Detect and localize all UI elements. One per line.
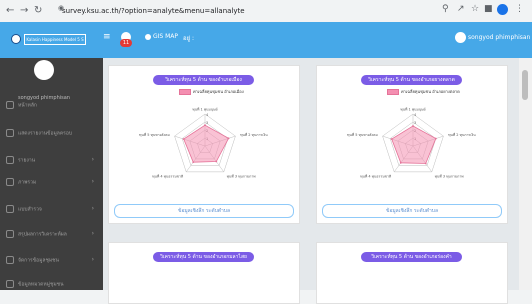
sidebar-item-report-display[interactable]: แสดงรายงานข้อมูลครอบ (6, 129, 98, 138)
sidebar-item-community-data[interactable]: จัดการข้อมูลชุมชน › (6, 256, 98, 265)
chevron-right-icon: › (91, 205, 94, 212)
radar-data-point (227, 137, 230, 140)
drilldown-button[interactable]: ข้อมูลเชิงลึก ระดับตำบล (114, 204, 294, 218)
sidebar-item-home[interactable]: หน้าหลัก (6, 101, 98, 110)
sidebar-item-label: จัดการข้อมูลชุมชน (18, 257, 59, 264)
radar-axis-label: ทุนที่ 4 ทุนธรรมชาติ (152, 173, 184, 179)
chart-icon (6, 230, 14, 238)
analysis-card: วิเคราะห์ทุน 5 ด้าน ของอำเภอยางตลาด ค่าเ… (316, 65, 508, 224)
radar-data-point (412, 125, 414, 127)
radar-data-point (424, 162, 427, 165)
radar-data-point (399, 161, 402, 164)
card-title: วิเคราะห์ทุน 5 ด้าน ของอำเภอเมือง (153, 75, 254, 85)
chevron-right-icon: › (91, 156, 94, 163)
radar-axis-label: ทุนที่ 1 ทุนมนุษย์ (400, 107, 425, 113)
analysis-card: วิเคราะห์ทุน 5 ด้าน ของอำเภอเมือง ค่าเฉล… (108, 65, 300, 224)
extensions-icon[interactable]: ■ (484, 4, 493, 14)
home-icon (6, 101, 14, 109)
card-title: วิเคราะห์ทุน 5 ด้าน ของอำเภอกมลาไสย (153, 252, 254, 262)
radar-tick-label: 3 (414, 121, 416, 125)
forward-icon[interactable]: → (20, 4, 28, 18)
cube-icon (6, 178, 14, 186)
radar-axis-label: ทุนที่ 2 ทุนการเงิน (448, 132, 476, 138)
sidebar-item-label: แบบสำรวจ (18, 206, 42, 213)
radar-axis-label: ทุนที่ 3 ทุนกายภาพ (435, 173, 465, 179)
radar-data-point (215, 160, 218, 163)
user-menu[interactable]: อยู่ : (183, 33, 194, 43)
sidebar-item-label: หน้าหลัก (18, 102, 37, 109)
sidebar-item-label: แสดงรายงานข้อมูลครอบ (18, 130, 73, 137)
radar-axis-label: ทุนที่ 4 ทุนธรรมชาติ (360, 173, 392, 179)
browser-toolbar: ← → ↻ ◉ survey.ksu.ac.th/?option=analyte… (0, 0, 532, 22)
analysis-card: วิเคราะห์ทุน 5 ด้าน ของอำเภอร่องคำ (316, 242, 508, 304)
table-icon (6, 129, 14, 137)
radar-data-point (434, 137, 437, 140)
gis-map-link[interactable]: GIS MAP (145, 33, 178, 40)
share-icon[interactable]: ↗ (457, 4, 465, 14)
sidebar: songyod phimphisan หน้าหลัก แสดงรายงานข้… (0, 58, 103, 290)
radar-data-point (390, 138, 393, 140)
card-title: วิเคราะห์ทุน 5 ด้าน ของอำเภอร่องคำ (361, 252, 462, 262)
main-content: วิเคราะห์ทุน 5 ด้าน ของอำเภอเมือง ค่าเฉล… (103, 58, 519, 304)
sidebar-item-report[interactable]: รายงาน › (6, 156, 98, 165)
globe-icon (145, 33, 151, 40)
form-icon (6, 205, 14, 213)
profile-icon[interactable] (497, 4, 508, 15)
sidebar-item-community-category[interactable]: ข้อมูลหมวดหมู่ชุมชน (6, 280, 98, 289)
radar-axis-label: ทุนที่ 5 ทุนทางสังคม (139, 132, 170, 138)
radar-axis-label: ทุนที่ 5 ทุนทางสังคม (347, 132, 378, 138)
drilldown-button[interactable]: ข้อมูลเชิงลึก ระดับตำบล (322, 204, 502, 218)
user-avatar[interactable] (455, 32, 466, 43)
radar-axis-label: ทุนที่ 1 ทุนมนุษย์ (192, 107, 217, 113)
notification-badge: 11 (120, 39, 132, 47)
share-icon (6, 156, 14, 164)
radar-data-point (182, 138, 185, 140)
analysis-card: วิเคราะห์ทุน 5 ด้าน ของอำเภอกมลาไสย (108, 242, 300, 304)
chevron-right-icon: › (91, 178, 94, 185)
scrollbar-thumb[interactable] (522, 70, 528, 100)
logo-icon (11, 34, 21, 44)
card-title: วิเคราะห์ทุน 5 ด้าน ของอำเภอยางตลาด (361, 75, 462, 85)
sidebar-item-label: ข้อมูลหมวดหมู่ชุมชน (18, 281, 64, 288)
star-icon[interactable]: ☆ (471, 4, 479, 14)
radar-chart: 1234ทุนที่ 1 ทุนมนุษย์ทุนที่ 2 ทุนการเงิ… (139, 107, 268, 180)
user-name[interactable]: songyod phimphisan (468, 34, 530, 41)
folder-icon (6, 280, 14, 288)
radar-chart: 1234ทุนที่ 1 ทุนมนุษย์ทุนที่ 2 ทุนการเงิ… (347, 107, 476, 180)
gear-icon (6, 256, 14, 264)
sidebar-item-overview[interactable]: ภาพรวม › (6, 178, 98, 187)
radar-series-area (391, 125, 437, 164)
search-icon[interactable]: ⚲ (442, 4, 449, 14)
address-bar[interactable]: survey.ksu.ac.th/?option=analyte&menu=al… (62, 7, 245, 15)
radar-data-point (204, 124, 206, 127)
gis-map-label: GIS MAP (153, 33, 179, 40)
sidebar-item-label: สรุปผลการวิเคราะห์ผล (18, 231, 67, 238)
sidebar-avatar (34, 60, 54, 80)
chevron-right-icon: › (91, 230, 94, 237)
radar-data-point (192, 161, 195, 164)
radar-axis-label: ทุนที่ 2 ทุนการเงิน (240, 132, 268, 138)
reload-icon[interactable]: ↻ (34, 4, 42, 18)
sidebar-item-label: รายงาน (18, 157, 36, 164)
sidebar-item-survey[interactable]: แบบสำรวจ › (6, 205, 98, 214)
app-header: Kalasin Happiness Model 5 S ≡ 11 GIS MAP… (0, 22, 532, 58)
hamburger-icon[interactable]: ≡ (103, 32, 111, 42)
menu-icon[interactable]: ⋮ (515, 4, 524, 14)
back-icon[interactable]: ← (6, 4, 14, 18)
chevron-right-icon: › (91, 256, 94, 263)
sidebar-item-label: ภาพรวม (18, 179, 37, 186)
radar-axis-label: ทุนที่ 3 ทุนกายภาพ (227, 173, 257, 179)
radar-tick-label: 3 (206, 121, 208, 125)
brand-title[interactable]: Kalasin Happiness Model 5 S (24, 34, 86, 45)
sidebar-item-analysis[interactable]: สรุปผลการวิเคราะห์ผล › (6, 230, 98, 239)
